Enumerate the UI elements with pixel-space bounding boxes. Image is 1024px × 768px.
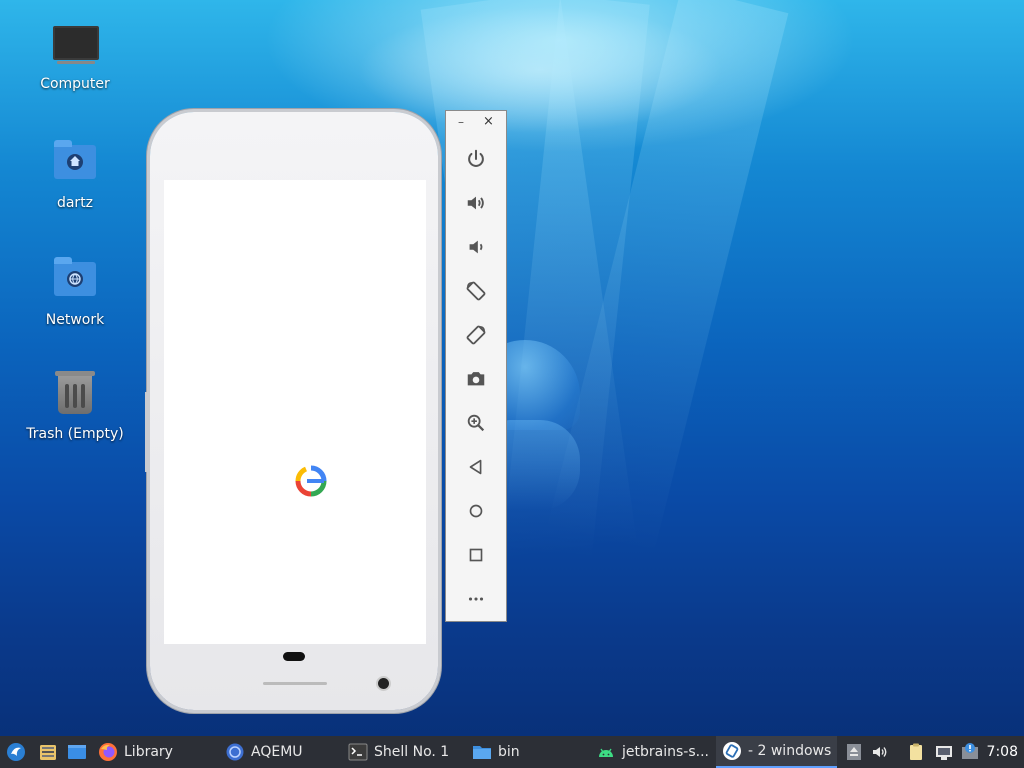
taskbar-item-bin[interactable]: bin [472, 736, 520, 768]
zoom-button[interactable] [446, 401, 506, 445]
show-desktop-button[interactable] [67, 736, 87, 768]
update-notifier-icon [962, 743, 978, 759]
updates-tray-button[interactable] [960, 736, 980, 768]
volume-up-button[interactable] [446, 181, 506, 225]
file-cabinet-icon [40, 745, 56, 760]
device-home-button[interactable] [283, 652, 305, 661]
taskbar-item-library[interactable]: Library [98, 736, 173, 768]
taskbar-item-label: jetbrains-s... [622, 744, 709, 760]
emulator-icon [723, 742, 741, 760]
home-folder-icon [53, 140, 97, 189]
power-button[interactable] [446, 137, 506, 181]
taskbar: Library AQEMU Shell No. 1 bin jetbrains-… [0, 736, 1024, 768]
network-wired-icon [936, 746, 952, 760]
zoom-in-icon [467, 414, 485, 432]
taskbar-item-emulator-windows[interactable]: - 2 windows [716, 736, 838, 768]
back-icon [469, 459, 482, 475]
camera-icon [467, 372, 485, 386]
rotate-right-button[interactable] [446, 313, 506, 357]
clipboard-tray-button[interactable] [906, 736, 926, 768]
desktop-icon-label: Computer [40, 76, 110, 92]
taskbar-item-label: Shell No. 1 [374, 744, 450, 760]
side-button [145, 392, 148, 472]
overview-icon [469, 548, 483, 562]
network-icon [53, 257, 97, 306]
clipboard-icon [910, 743, 922, 760]
android-icon [599, 748, 613, 757]
computer-icon [53, 26, 99, 70]
overview-button[interactable] [446, 533, 506, 577]
device-speaker [263, 682, 327, 685]
terminal-icon [348, 743, 368, 761]
taskbar-clock[interactable]: 7:08 [987, 736, 1018, 768]
aqemu-icon [226, 743, 244, 761]
power-icon [468, 149, 484, 167]
home-icon [469, 504, 483, 518]
speaker-icon [873, 747, 887, 757]
desktop-icon-label: Network [45, 312, 105, 328]
more-button[interactable] [446, 577, 506, 621]
rotate-left-button[interactable] [446, 269, 506, 313]
eject-icon [847, 744, 861, 760]
volume-up-icon [467, 196, 484, 210]
google-loading-icon [295, 465, 327, 497]
home-button[interactable] [446, 489, 506, 533]
taskbar-item-label: - 2 windows [748, 743, 832, 759]
taskbar-item-label: AQEMU [251, 744, 303, 760]
desktop-icon-trash[interactable]: Trash (Empty) [20, 371, 130, 442]
file-manager-launcher[interactable] [38, 736, 58, 768]
taskbar-item-jetbrains[interactable]: jetbrains-s... [596, 736, 709, 768]
start-menu-button[interactable] [6, 736, 26, 768]
close-button[interactable]: × [483, 114, 494, 129]
back-button[interactable] [446, 445, 506, 489]
android-emulator-device [145, 112, 438, 710]
taskbar-item-label: Library [124, 744, 173, 760]
desktop-icon-computer[interactable]: Computer [20, 22, 130, 92]
device-camera [378, 678, 389, 689]
folder-icon [473, 746, 491, 759]
taskbar-item-shell[interactable]: Shell No. 1 [348, 736, 449, 768]
minimize-button[interactable]: – [458, 115, 464, 129]
volume-down-icon [469, 240, 483, 254]
trash-icon [53, 371, 97, 420]
volume-tray-button[interactable] [870, 736, 890, 768]
firefox-icon [99, 743, 117, 761]
device-screen[interactable] [164, 180, 426, 644]
taskbar-item-label: bin [498, 744, 520, 760]
volume-down-button[interactable] [446, 225, 506, 269]
distro-logo-icon [7, 743, 25, 761]
network-tray-button[interactable] [934, 736, 954, 768]
desktop-icon-network[interactable]: Network [20, 256, 130, 328]
rotate-left-icon [466, 281, 486, 301]
desktop-icon-label: dartz [56, 195, 94, 211]
rotate-right-icon [466, 325, 486, 345]
jellyfish-tail [500, 420, 580, 510]
screenshot-button[interactable] [446, 357, 506, 401]
taskbar-item-aqemu[interactable]: AQEMU [225, 736, 303, 768]
show-desktop-icon [68, 745, 86, 759]
desktop-icon-label: Trash (Empty) [26, 426, 124, 442]
eject-tray-button[interactable] [844, 736, 864, 768]
desktop-icon-home-folder[interactable]: dartz [20, 139, 130, 211]
more-icon [468, 597, 484, 601]
emulator-control-panel: – × [445, 110, 507, 622]
